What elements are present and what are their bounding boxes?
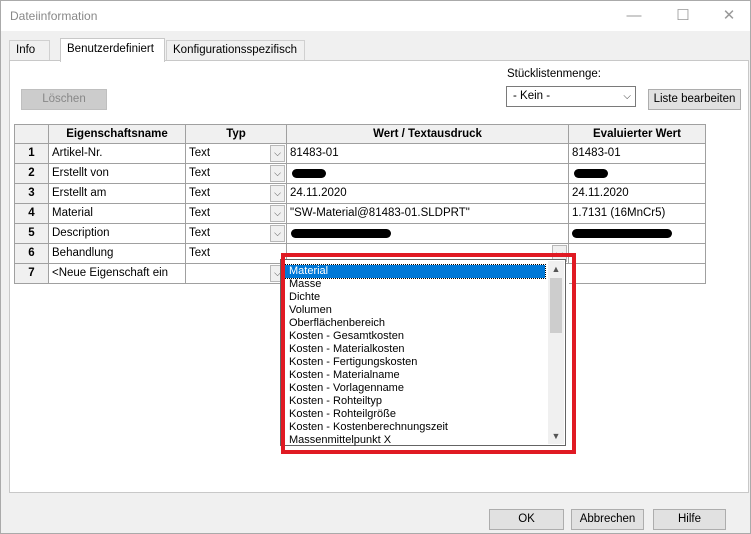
property-value-cell[interactable]: 24.11.2020 [287,184,569,204]
bom-quantity-value: - Kein - [513,90,551,102]
redaction-mark [574,169,608,178]
property-name-cell[interactable]: Erstellt am [49,184,186,204]
maximize-button[interactable]: ☐ [660,1,706,31]
chevron-down-icon[interactable]: ⌵ [270,165,285,182]
edit-list-button[interactable]: Liste bearbeiten [648,89,741,110]
redaction-mark [291,229,391,238]
ok-button[interactable]: OK [489,509,564,530]
property-value-cell[interactable]: 81483-01 [287,144,569,164]
row-number[interactable]: 2 [14,164,49,184]
property-evaluated-cell [569,244,706,264]
redaction-mark [572,229,672,238]
row-number[interactable]: 1 [14,144,49,164]
delete-button[interactable]: Löschen [21,89,107,110]
row-number[interactable]: 5 [14,224,49,244]
chevron-down-icon: ⌵ [623,91,631,102]
minimize-button[interactable]: — [611,1,657,31]
close-button[interactable]: ✕ [706,1,751,31]
help-button[interactable]: Hilfe [653,509,726,530]
property-evaluated-cell: 1.7131 (16MnCr5) [569,204,706,224]
property-value-cell[interactable]: "SW-Material@81483-01.SLDPRT" [287,204,569,224]
chevron-down-icon[interactable]: ⌵ [270,145,285,162]
property-name-cell[interactable]: Behandlung [49,244,186,264]
property-evaluated-cell: 24.11.2020 [569,184,706,204]
tab-strip: Info Benutzerdefiniert Konfigurationsspe… [9,38,749,62]
corner-cell [14,124,49,144]
window-title: Dateiinformation [10,9,98,23]
property-evaluated-cell: 81483-01 [569,144,706,164]
property-name-cell[interactable]: Erstellt von [49,164,186,184]
header-type[interactable]: Typ [186,124,287,144]
chevron-down-icon[interactable]: ⌵ [270,225,285,242]
header-evaluated[interactable]: Evaluierter Wert [569,124,706,144]
chevron-down-icon[interactable]: ⌵ [270,185,285,202]
header-name[interactable]: Eigenschaftsname [49,124,186,144]
file-info-dialog: Dateiinformation — ☐ ✕ Info Benutzerdefi… [0,0,751,534]
property-value-cell[interactable] [287,164,569,184]
row-number[interactable]: 3 [14,184,49,204]
bom-quantity-label: Stücklistenmenge: [507,68,601,80]
title-bar: Dateiinformation — ☐ ✕ [1,1,750,31]
chevron-down-icon[interactable]: ⌵ [270,205,285,222]
property-name-cell[interactable]: Description [49,224,186,244]
new-property-cell[interactable]: <Neue Eigenschaft ein [49,264,186,284]
tab-konfigurationsspezifisch[interactable]: Konfigurationsspezifisch [166,40,305,61]
property-name-cell[interactable]: Material [49,204,186,224]
row-number[interactable]: 6 [14,244,49,264]
red-highlight-frame [281,253,576,454]
row-number[interactable]: 4 [14,204,49,224]
tab-benutzerdefiniert[interactable]: Benutzerdefiniert [60,38,165,62]
tab-info[interactable]: Info [9,40,50,61]
bom-quantity-select[interactable]: - Kein - ⌵ [506,86,636,107]
cancel-button[interactable]: Abbrechen [571,509,644,530]
redaction-mark [292,169,326,178]
property-type-cell[interactable]: Text [186,244,287,264]
property-evaluated-cell [569,264,706,284]
header-value[interactable]: Wert / Textausdruck [287,124,569,144]
property-name-cell[interactable]: Artikel-Nr. [49,144,186,164]
row-number[interactable]: 7 [14,264,49,284]
